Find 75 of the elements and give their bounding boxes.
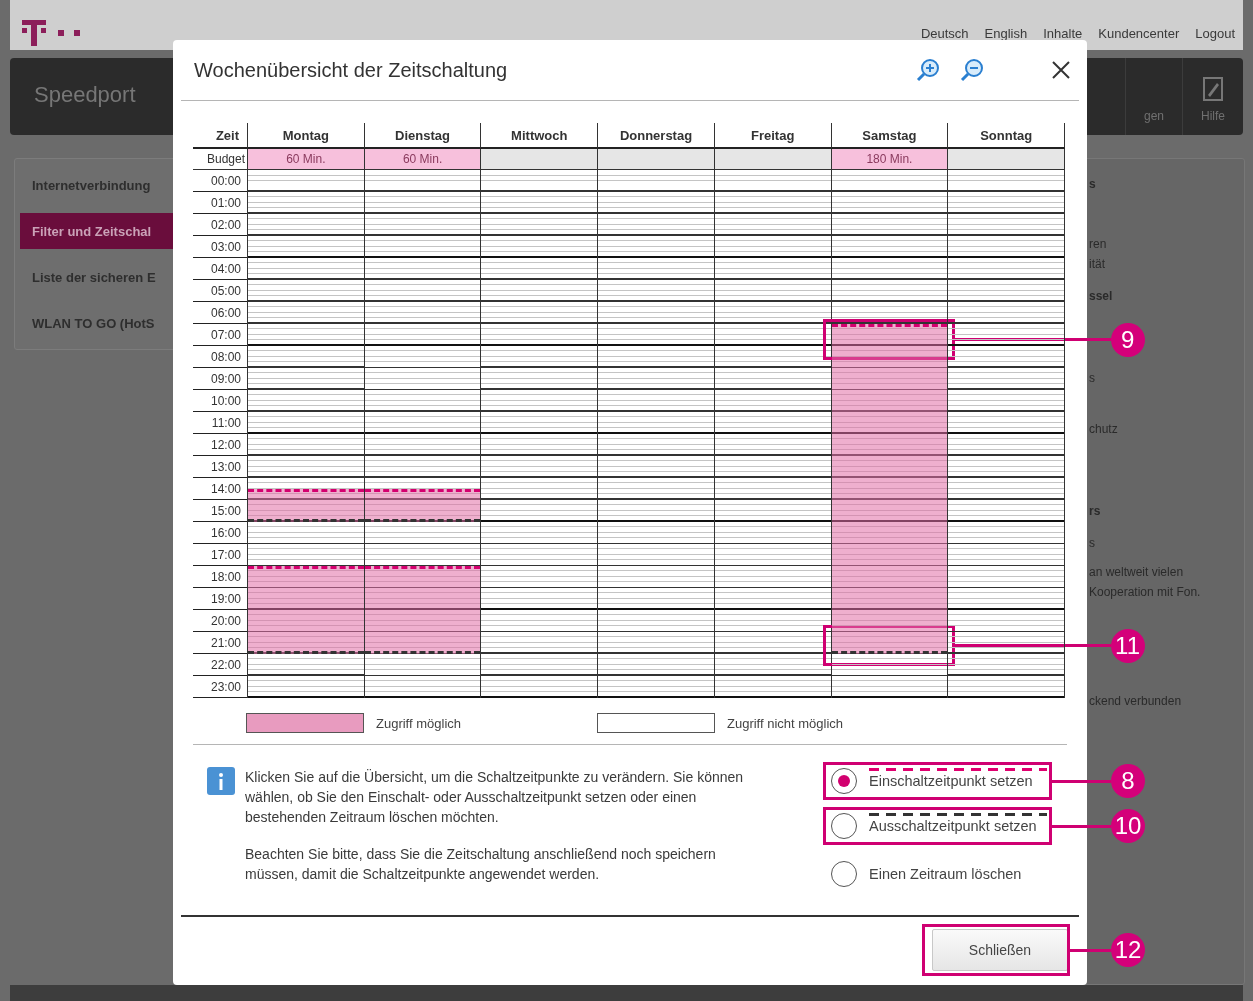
header-link[interactable]: Kundencenter — [1098, 26, 1180, 41]
panel-text: ren — [1089, 236, 1108, 253]
panel-text: chutz — [1089, 421, 1119, 438]
header-link[interactable]: Logout — [1195, 26, 1235, 41]
time-label: 08:00 — [193, 346, 247, 368]
pencil-icon — [1203, 77, 1223, 101]
time-label: 00:00 — [193, 170, 247, 192]
time-label: 09:00 — [193, 368, 247, 390]
day-column[interactable] — [364, 170, 482, 698]
close-button[interactable]: Schließen — [932, 929, 1068, 971]
info-icon — [207, 767, 235, 795]
zoom-in-icon[interactable] — [916, 58, 940, 82]
time-label: 12:00 — [193, 434, 247, 456]
day-column[interactable] — [948, 170, 1065, 698]
row-label: Budget — [193, 149, 248, 170]
header-link[interactable]: Deutsch — [920, 26, 969, 41]
panel-text: s — [1089, 176, 1097, 193]
time-label: 15:00 — [193, 500, 247, 522]
radio-button[interactable] — [831, 861, 857, 887]
time-label: 14:00 — [193, 478, 247, 500]
panel-text: ssel — [1089, 288, 1114, 305]
radio-button[interactable] — [831, 813, 857, 839]
time-label: 22:00 — [193, 654, 247, 676]
panel-text: rs — [1089, 503, 1102, 520]
time-label: 07:00 — [193, 324, 247, 346]
time-label: 02:00 — [193, 214, 247, 236]
brand-name: Speedport — [34, 81, 136, 108]
header-link[interactable]: Inhalte — [1043, 26, 1083, 41]
panel-text: an weltweit vielen — [1089, 564, 1185, 581]
close-icon[interactable] — [1052, 61, 1070, 79]
budget-cell: 180 Min. — [831, 149, 949, 170]
time-label: 21:00 — [193, 632, 247, 654]
legend-label: Zugriff nicht möglich — [727, 715, 844, 731]
time-label: 01:00 — [193, 192, 247, 214]
radio-button[interactable] — [831, 768, 857, 794]
time-label: 18:00 — [193, 566, 247, 588]
budget-cell: 60 Min. — [248, 149, 365, 170]
header-link[interactable]: English — [984, 26, 1028, 41]
access-period[interactable] — [364, 566, 481, 654]
access-period[interactable] — [248, 489, 364, 522]
access-period[interactable] — [831, 324, 948, 654]
zoom-out-icon[interactable] — [960, 58, 984, 82]
time-label: 06:00 — [193, 302, 247, 324]
option-label[interactable]: Einen Zeitraum löschen — [869, 865, 1047, 882]
time-label: 05:00 — [193, 280, 247, 302]
time-label: 20:00 — [193, 610, 247, 632]
panel-text: ität — [1089, 256, 1106, 273]
day-column[interactable] — [248, 170, 365, 698]
leader-line — [1052, 779, 1111, 783]
time-label: 10:00 — [193, 390, 247, 412]
access-period[interactable] — [248, 566, 364, 654]
time-label: 19:00 — [193, 588, 247, 610]
dialog-title: Wochenübersicht der Zeitschaltung — [194, 58, 509, 82]
time-label: 23:00 — [193, 676, 247, 698]
info-text: Beachten Sie bitte, dass Sie die Zeitschaltung anschließend noch speichern müssen, damit die Schaltzeitpunkte angewendet werden. — [245, 845, 717, 884]
time-label: 04:00 — [193, 258, 247, 280]
option-label[interactable]: Ausschaltzeitpunkt setzen — [869, 817, 1047, 834]
leader-line — [1070, 948, 1111, 952]
time-label: 03:00 — [193, 236, 247, 258]
budget-cell: 60 Min. — [364, 149, 482, 170]
panel-text: Kooperation mit Fon. — [1089, 584, 1202, 601]
time-label: 13:00 — [193, 456, 247, 478]
panel-text: ckend verbunden — [1089, 693, 1183, 710]
access-period[interactable] — [364, 489, 481, 522]
day-column[interactable] — [481, 170, 599, 698]
legend-label: Zugriff möglich — [376, 715, 461, 731]
time-label: 17:00 — [193, 544, 247, 566]
info-text: Klicken Sie auf die Übersicht, um die Schaltzeitpunkte zu verändern. Sie können wählen, ob Sie den Einschalt- oder Ausschaltzeitpunkt setzen oder einen bestehenden Zeitraum löschen möchten. — [245, 768, 745, 827]
time-label: 11:00 — [193, 412, 247, 434]
day-column[interactable] — [598, 170, 715, 698]
time-label: 16:00 — [193, 522, 247, 544]
day-column[interactable] — [831, 170, 949, 698]
leader-line — [1052, 824, 1111, 828]
day-column[interactable] — [714, 170, 832, 698]
option-label[interactable]: Einschaltzeitpunkt setzen — [869, 772, 1047, 789]
